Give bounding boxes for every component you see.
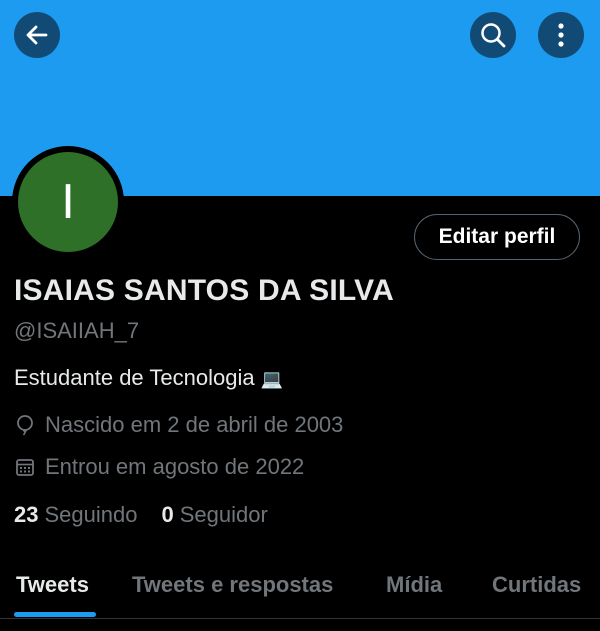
birthdate-row: Nascido em 2 de abril de 2003 <box>14 412 343 438</box>
following-label: Seguindo <box>44 502 138 527</box>
followers-label: Seguidor <box>179 502 268 527</box>
follow-stats: 23 Seguindo 0 Seguidor <box>14 502 268 528</box>
user-handle: @ISAIIAH_7 <box>14 318 140 343</box>
tab-tweets[interactable]: Tweets <box>16 572 89 598</box>
active-tab-indicator <box>14 612 96 617</box>
more-vertical-icon <box>556 22 566 48</box>
balloon-icon <box>14 414 36 436</box>
back-button[interactable] <box>14 12 60 58</box>
tab-tweets-and-replies[interactable]: Tweets e respostas <box>132 572 333 598</box>
avatar-initial: I <box>18 152 118 252</box>
birthdate-text: Nascido em 2 de abril de 2003 <box>45 412 344 437</box>
calendar-icon <box>14 456 36 478</box>
joined-text: Entrou em agosto de 2022 <box>45 454 305 479</box>
followers-link[interactable]: 0 Seguidor <box>161 502 267 528</box>
followers-count: 0 <box>161 502 174 527</box>
avatar[interactable]: I <box>12 146 124 258</box>
search-icon <box>479 21 507 49</box>
edit-profile-button[interactable]: Editar perfil <box>414 214 580 260</box>
laptop-emoji: 💻 <box>260 369 283 390</box>
bio-text: Estudante de Tecnologia <box>14 365 255 390</box>
tab-media[interactable]: Mídia <box>386 572 442 598</box>
profile-tabs: Tweets Tweets e respostas Mídia Curtidas <box>0 556 600 619</box>
arrow-left-icon <box>24 22 50 48</box>
display-name: ISAIAS SANTOS DA SILVA <box>14 274 395 307</box>
more-options-button[interactable] <box>538 12 584 58</box>
profile-bio: Estudante de Tecnologia 💻 <box>14 365 283 391</box>
tab-likes[interactable]: Curtidas <box>492 572 581 598</box>
following-count: 23 <box>14 502 39 527</box>
joined-row: Entrou em agosto de 2022 <box>14 454 304 480</box>
search-button[interactable] <box>470 12 516 58</box>
following-link[interactable]: 23 Seguindo <box>14 502 137 528</box>
